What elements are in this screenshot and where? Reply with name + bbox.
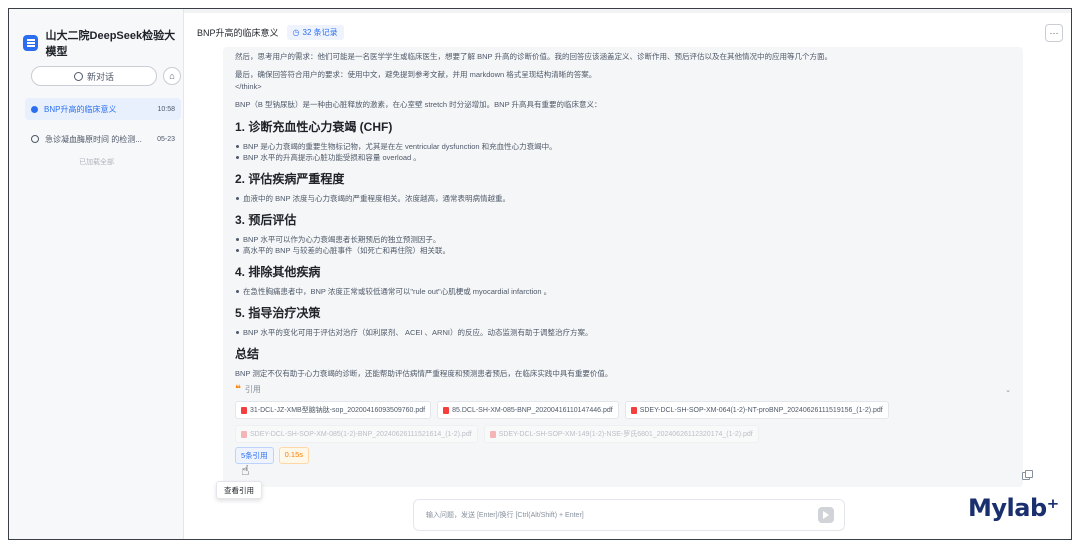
tooltip: 查看引用 xyxy=(216,481,262,499)
brand: 山大二院DeepSeek检验大模型 xyxy=(23,27,183,59)
mylab-logo: Mylab⁺ xyxy=(968,494,1059,522)
new-chat-button[interactable]: 新对话 xyxy=(31,66,157,86)
citation-filename: SDEY-DCL-SH-SOP-XM-064(1-2)-NT-proBNP_20… xyxy=(639,406,883,414)
message-body: 然后，思考用户的需求：他们可能是一名医学学生或临床医生，想要了解 BNP 升高的… xyxy=(223,47,1023,487)
think-end-tag: </think> xyxy=(235,82,262,91)
copy-icon[interactable] xyxy=(1022,470,1033,480)
sidebar: 山大二院DeepSeek检验大模型 新对话 ⌂ BNP升高的临床意义 10:58… xyxy=(9,9,184,539)
citations-label: 引用 xyxy=(244,385,261,394)
active-dot-icon xyxy=(31,105,38,113)
pdf-icon xyxy=(489,430,496,438)
bullet-item: 在急性胸痛患者中，BNP 浓度正常或较低通常可以"rule out"心肌梗或 m… xyxy=(235,286,1011,297)
conversation-title: 急诊凝血酶原时间 的检测... xyxy=(45,134,142,144)
records-count: 32 条记录 xyxy=(302,27,338,37)
more-icon: ··· xyxy=(1049,28,1059,38)
citation-filename: SDEY-DCL-SH-SOP-XM-085(1-2)-BNP_20240626… xyxy=(250,430,472,438)
citation-filename: 85.DCL-SH-XM-085-BNP_20200416110147446.p… xyxy=(452,406,613,414)
response-time-chip: 0.15s xyxy=(278,447,310,464)
records-badge[interactable]: ◷ 32 条记录 xyxy=(286,24,344,40)
citation-filename: 31-DCL-JZ-XMB型脑钠肽-sop_20200416093509760.… xyxy=(250,407,426,414)
bullet-item: 血液中的 BNP 浓度与心力衰竭的严重程度相关。浓度越高，通常表明病情越重。 xyxy=(235,193,1011,204)
pdf-icon xyxy=(241,430,247,438)
bullet-item: BNP 水平的变化可用于评估对治疗（如利尿剂、 ACEI 、ARNI）的反应。动… xyxy=(235,327,1011,338)
quote-icon: ❝ xyxy=(235,384,241,395)
brand-logo-icon xyxy=(23,35,38,51)
bullet-item: BNP 水平可以作为心力衰竭患者长期预后的独立预测因子。 xyxy=(235,234,1011,245)
brand-name: 山大二院DeepSeek检验大模型 xyxy=(45,30,176,58)
chevron-down-icon: ⌄ xyxy=(1005,386,1011,394)
new-chat-label: 新对话 xyxy=(86,71,114,82)
citation-file[interactable]: 85.DCL-SH-XM-085-BNP_20200416110147446.p… xyxy=(437,401,619,419)
home-button[interactable]: ⌂ xyxy=(163,67,181,85)
pdf-icon xyxy=(443,406,450,414)
chat-header: BNP升高的临床意义 ◷ 32 条记录 ··· xyxy=(185,21,1071,43)
citation-list: 31-DCL-JZ-XMB型脑钠肽-sop_20200416093509760.… xyxy=(235,401,1011,419)
conversation-title: BNP升高的临床意义 xyxy=(44,104,117,114)
section-heading: 3. 预后评估 xyxy=(235,213,297,227)
bullet-item: BNP 是心力衰竭的重要生物标记物，尤其是在左 ventricular dysf… xyxy=(235,141,1011,152)
citation-chips: 5条引用 0.15s xyxy=(235,447,1011,464)
section-heading: 1. 诊断充血性心力衰竭 (CHF) xyxy=(235,120,393,134)
section-heading: 5. 指导治疗决策 xyxy=(235,306,321,320)
conversation-item[interactable]: 急诊凝血酶原时间 的检测... 05-23 xyxy=(25,128,181,150)
intro-text: BNP（B 型钠尿肽）是一种由心脏释放的激素，在心室壁 stretch 时分泌增… xyxy=(235,100,602,109)
clock-icon: ◷ xyxy=(292,27,300,37)
conversation-item[interactable]: BNP升高的临床意义 10:58 xyxy=(25,98,181,120)
citation-file[interactable]: SDEY-DCL-SH-SOP-XM-064(1-2)-NT-proBNP_20… xyxy=(624,401,889,419)
more-options-button[interactable]: ··· xyxy=(1045,24,1063,42)
section-heading: 2. 评估疾病严重程度 xyxy=(235,172,345,186)
message-line: 最后，确保回答符合用户的要求：使用中文，避免提到参考文献，并用 markdown… xyxy=(235,70,597,79)
bullet-item: BNP 水平的升高提示心脏功能受损和容量 overload 。 xyxy=(235,152,1011,163)
section-heading: 4. 排除其他疾病 xyxy=(235,265,321,279)
send-button[interactable] xyxy=(818,507,834,523)
pdf-icon xyxy=(241,406,247,414)
chat-bubble-icon xyxy=(73,71,83,81)
citation-file[interactable]: SDEY-DCL-SH-SOP-XM-085(1-2)-BNP_20240626… xyxy=(235,425,478,443)
app-window: 山大二院DeepSeek检验大模型 新对话 ⌂ BNP升高的临床意义 10:58… xyxy=(8,8,1072,540)
summary-heading: 总结 xyxy=(235,347,260,361)
citations-toggle[interactable]: ❝ 引用 ⌄ xyxy=(235,384,1011,395)
chat-input-bar[interactable]: 输入问题，发送 [Enter]/换行 [Ctrl(Alt/Shift) + En… xyxy=(413,499,845,531)
chat-title: BNP升高的临床意义 xyxy=(197,27,279,38)
message-line: 然后，思考用户的需求：他们可能是一名医学学生或临床医生，想要了解 BNP 升高的… xyxy=(235,52,832,61)
chat-input[interactable]: 输入问题，发送 [Enter]/换行 [Ctrl(Alt/Shift) + En… xyxy=(426,510,818,520)
summary-text: BNP 测定不仅有助于心力衰竭的诊断，还能帮助评估病情严重程度和预测患者预后，在… xyxy=(235,369,613,378)
hand-cursor-icon: ☝ xyxy=(241,462,250,478)
citation-file[interactable]: 31-DCL-JZ-XMB型脑钠肽-sop_20200416093509760.… xyxy=(235,401,432,419)
citation-list-faded: SDEY-DCL-SH-SOP-XM-085(1-2)-BNP_20240626… xyxy=(235,425,1011,443)
conversation-time: 05-23 xyxy=(157,135,175,143)
loaded-all-text: 已加载全部 xyxy=(79,159,114,166)
pdf-icon xyxy=(630,406,637,414)
conversation-time: 10:58 xyxy=(157,105,175,113)
chat-bubble-icon xyxy=(31,135,39,143)
citation-filename: SDEY-DCL-SH-SOP-XM-149(1-2)-NSE-罗氏6801_2… xyxy=(498,431,753,438)
home-icon: ⌂ xyxy=(169,71,175,81)
bullet-item: 高水平的 BNP 与较差的心脏事件（如死亡和再住院）相关联。 xyxy=(235,245,1011,256)
citation-file[interactable]: SDEY-DCL-SH-SOP-XM-149(1-2)-NSE-罗氏6801_2… xyxy=(483,425,759,443)
